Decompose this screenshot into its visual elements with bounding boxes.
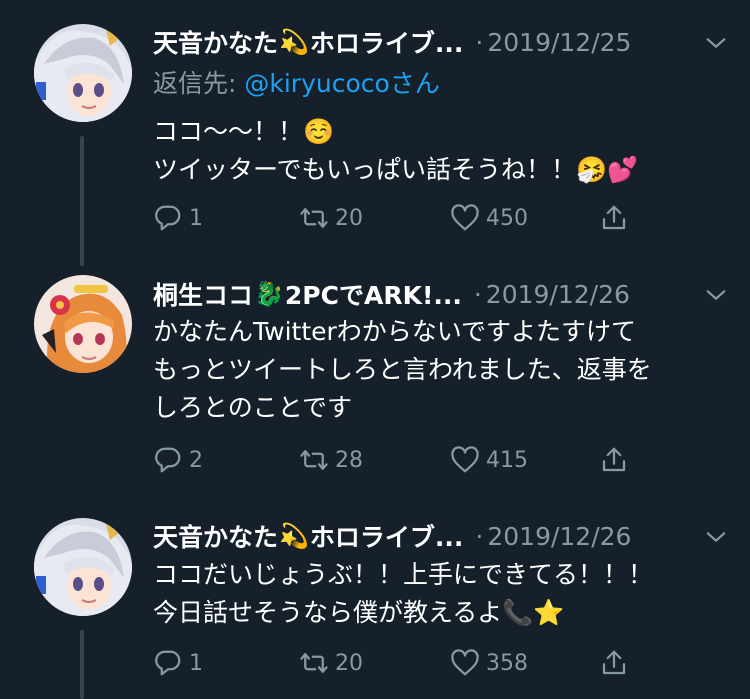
like-count: 415 — [486, 447, 528, 473]
tweet-header: 天音かなた 💫 ホロライブ... · 2019/12/25 — [153, 22, 726, 62]
tweet-text: ココ〜〜！！☺️ ツイッターでもいっぱい話そうね！！🤧💕 — [153, 117, 639, 184]
retweet-icon — [300, 208, 328, 228]
reply-count: 1 — [189, 650, 203, 676]
author-name[interactable]: 天音かなた 💫 ホロライブ... — [153, 24, 463, 60]
tweet-actions: 1 20 450 — [153, 200, 633, 236]
heart-icon — [451, 446, 479, 473]
like-button[interactable]: 358 — [450, 645, 528, 681]
like-count: 450 — [486, 205, 528, 231]
reply-count: 1 — [189, 205, 203, 231]
reply-button[interactable]: 2 — [153, 442, 203, 478]
dragon-emoji: 🐉 — [254, 280, 284, 308]
retweet-button[interactable]: 20 — [299, 645, 363, 681]
retweet-icon — [300, 653, 328, 673]
share-icon — [602, 650, 626, 675]
reply-button[interactable]: 1 — [153, 200, 203, 236]
chevron-down-icon[interactable] — [705, 32, 727, 54]
tweet-text: かなたんTwitterわからないですよたすけて もっとツイートしろと言われました… — [153, 317, 652, 422]
author-name[interactable]: 天音かなた 💫 ホロライブ... — [153, 518, 463, 554]
share-icon — [602, 205, 626, 230]
reply-icon — [155, 650, 181, 676]
share-button[interactable] — [599, 442, 635, 478]
share-icon — [602, 447, 626, 472]
tweet-date[interactable]: 2019/12/26 — [487, 522, 631, 551]
chevron-down-icon[interactable] — [705, 284, 727, 306]
like-button[interactable]: 415 — [450, 442, 528, 478]
tweet-actions: 2 28 415 — [153, 442, 633, 478]
retweet-count: 20 — [335, 205, 363, 231]
tweet-text: ココだいじょうぶ！！上手にできてる！！！ 今日話せそうなら僕が教えるよ📞⭐ — [153, 560, 654, 627]
retweet-button[interactable]: 28 — [299, 442, 363, 478]
separator-dot: · — [473, 279, 482, 309]
heart-icon — [451, 204, 479, 231]
reply-icon — [155, 447, 181, 473]
share-button[interactable] — [599, 200, 635, 236]
separator-dot: · — [475, 27, 484, 57]
tweet-header: 桐生ココ 🐉 2PCでARK!... · 2019/12/26 — [153, 274, 726, 314]
reply-to-line: 返信先: @kiryucocoさん — [153, 69, 440, 98]
share-button[interactable] — [599, 645, 635, 681]
chevron-down-icon[interactable] — [705, 526, 727, 548]
reply-count: 2 — [189, 447, 203, 473]
reply-button[interactable]: 1 — [153, 645, 203, 681]
dizzy-emoji: 💫 — [279, 522, 309, 550]
author-name[interactable]: 桐生ココ 🐉 2PCでARK!... — [153, 276, 462, 312]
thread-line — [80, 136, 84, 266]
avatar-kanata[interactable] — [34, 24, 132, 122]
dizzy-emoji: 💫 — [279, 28, 309, 56]
retweet-icon — [300, 450, 328, 470]
retweet-button[interactable]: 20 — [299, 200, 363, 236]
tweet-header: 天音かなた 💫 ホロライブ... · 2019/12/26 — [153, 516, 726, 556]
like-count: 358 — [486, 650, 528, 676]
avatar-kanata[interactable] — [34, 518, 132, 616]
tweet-date[interactable]: 2019/12/26 — [486, 280, 630, 309]
like-button[interactable]: 450 — [450, 200, 528, 236]
separator-dot: · — [475, 521, 484, 551]
avatar-coco[interactable] — [34, 275, 132, 373]
retweet-count: 20 — [335, 650, 363, 676]
tweet-date[interactable]: 2019/12/25 — [487, 28, 631, 57]
retweet-count: 28 — [335, 447, 363, 473]
thread-line — [80, 630, 84, 699]
reply-to-handle[interactable]: @kiryucoco — [244, 69, 389, 98]
heart-icon — [451, 649, 479, 676]
tweet-actions: 1 20 358 — [153, 645, 633, 681]
reply-icon — [155, 205, 181, 231]
